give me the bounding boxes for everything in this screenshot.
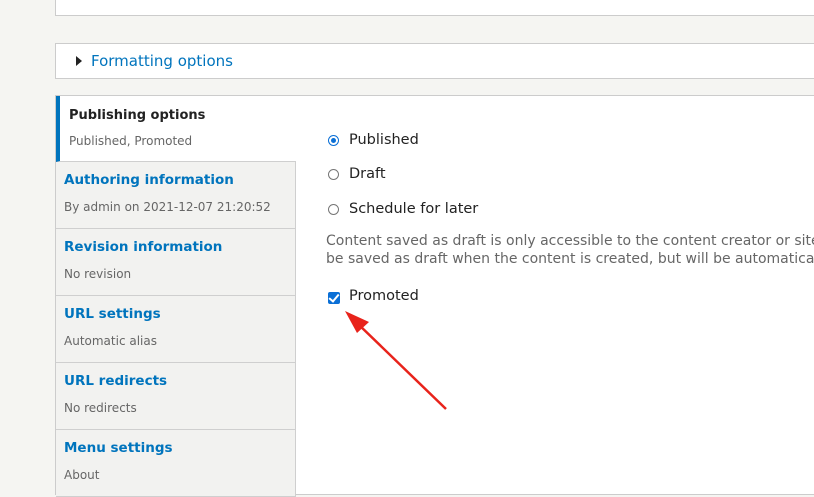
arrow-shaft <box>356 322 447 410</box>
annotation-arrow-icon <box>345 311 447 410</box>
